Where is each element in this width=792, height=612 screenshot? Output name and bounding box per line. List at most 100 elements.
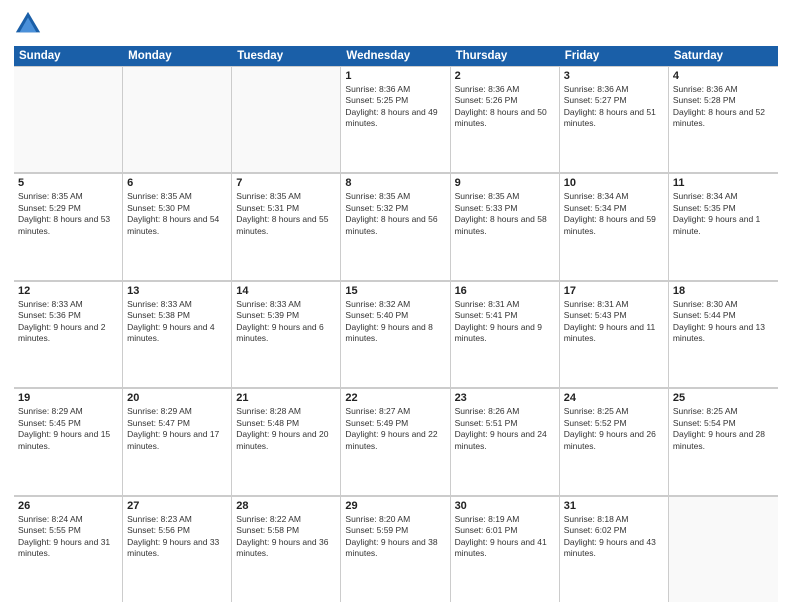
- logo: [14, 10, 46, 38]
- weekday-header: Friday: [560, 46, 669, 66]
- cell-info: Sunrise: 8:36 AM Sunset: 5:27 PM Dayligh…: [564, 84, 664, 130]
- calendar-cell: 10 Sunrise: 8:34 AM Sunset: 5:34 PM Dayli…: [560, 173, 669, 279]
- day-number: 25: [673, 392, 774, 404]
- cell-info: Sunrise: 8:29 AM Sunset: 5:45 PM Dayligh…: [18, 406, 118, 452]
- day-number: 14: [236, 285, 336, 297]
- cell-info: Sunrise: 8:33 AM Sunset: 5:38 PM Dayligh…: [127, 299, 227, 345]
- calendar-cell: 12 Sunrise: 8:33 AM Sunset: 5:36 PM Dayli…: [14, 281, 123, 387]
- calendar-cell: 11 Sunrise: 8:34 AM Sunset: 5:35 PM Dayli…: [669, 173, 778, 279]
- cell-info: Sunrise: 8:30 AM Sunset: 5:44 PM Dayligh…: [673, 299, 774, 345]
- day-number: 22: [345, 392, 445, 404]
- calendar: SundayMondayTuesdayWednesdayThursdayFrid…: [14, 46, 778, 602]
- calendar-cell: 3 Sunrise: 8:36 AM Sunset: 5:27 PM Daylig…: [560, 66, 669, 172]
- calendar-row: 12 Sunrise: 8:33 AM Sunset: 5:36 PM Dayli…: [14, 281, 778, 388]
- cell-info: Sunrise: 8:28 AM Sunset: 5:48 PM Dayligh…: [236, 406, 336, 452]
- cell-info: Sunrise: 8:23 AM Sunset: 5:56 PM Dayligh…: [127, 514, 227, 560]
- calendar-cell: 19Sunrise: 8:29 AM Sunset: 5:45 PM Dayli…: [14, 388, 123, 494]
- calendar-cell: 14 Sunrise: 8:33 AM Sunset: 5:39 PM Dayli…: [232, 281, 341, 387]
- calendar-header: SundayMondayTuesdayWednesdayThursdayFrid…: [14, 46, 778, 66]
- calendar-cell: 18Sunrise: 8:30 AM Sunset: 5:44 PM Dayli…: [669, 281, 778, 387]
- cell-info: Sunrise: 8:27 AM Sunset: 5:49 PM Dayligh…: [345, 406, 445, 452]
- cell-info: Sunrise: 8:29 AM Sunset: 5:47 PM Dayligh…: [127, 406, 227, 452]
- cell-info: Sunrise: 8:36 AM Sunset: 5:25 PM Dayligh…: [345, 84, 445, 130]
- cell-info: Sunrise: 8:35 AM Sunset: 5:32 PM Dayligh…: [345, 191, 445, 237]
- cell-info: Sunrise: 8:32 AM Sunset: 5:40 PM Dayligh…: [345, 299, 445, 345]
- cell-info: Sunrise: 8:33 AM Sunset: 5:39 PM Dayligh…: [236, 299, 336, 345]
- day-number: 6: [127, 177, 227, 189]
- cell-info: Sunrise: 8:35 AM Sunset: 5:31 PM Dayligh…: [236, 191, 336, 237]
- day-number: 4: [673, 70, 774, 82]
- weekday-header: Sunday: [14, 46, 123, 66]
- calendar-cell: [123, 66, 232, 172]
- calendar-cell: 22 Sunrise: 8:27 AM Sunset: 5:49 PM Dayli…: [341, 388, 450, 494]
- day-number: 20: [127, 392, 227, 404]
- logo-icon: [14, 10, 42, 38]
- day-number: 1: [345, 70, 445, 82]
- day-number: 10: [564, 177, 664, 189]
- calendar-cell: 2Sunrise: 8:36 AM Sunset: 5:26 PM Daylig…: [451, 66, 560, 172]
- calendar-cell: 17Sunrise: 8:31 AM Sunset: 5:43 PM Dayli…: [560, 281, 669, 387]
- cell-info: Sunrise: 8:35 AM Sunset: 5:33 PM Dayligh…: [455, 191, 555, 237]
- day-number: 30: [455, 500, 555, 512]
- cell-info: Sunrise: 8:25 AM Sunset: 5:54 PM Dayligh…: [673, 406, 774, 452]
- day-number: 2: [455, 70, 555, 82]
- day-number: 27: [127, 500, 227, 512]
- day-number: 13: [127, 285, 227, 297]
- cell-info: Sunrise: 8:33 AM Sunset: 5:36 PM Dayligh…: [18, 299, 118, 345]
- calendar-cell: 16 Sunrise: 8:31 AM Sunset: 5:41 PM Dayli…: [451, 281, 560, 387]
- header: [14, 10, 778, 38]
- day-number: 8: [345, 177, 445, 189]
- day-number: 28: [236, 500, 336, 512]
- cell-info: Sunrise: 8:31 AM Sunset: 5:41 PM Dayligh…: [455, 299, 555, 345]
- calendar-cell: 9 Sunrise: 8:35 AM Sunset: 5:33 PM Daylig…: [451, 173, 560, 279]
- calendar-cell: 25 Sunrise: 8:25 AM Sunset: 5:54 PM Dayli…: [669, 388, 778, 494]
- cell-info: Sunrise: 8:22 AM Sunset: 5:58 PM Dayligh…: [236, 514, 336, 560]
- day-number: 29: [345, 500, 445, 512]
- calendar-cell: 28 Sunrise: 8:22 AM Sunset: 5:58 PM Dayli…: [232, 496, 341, 602]
- calendar-cell: 21Sunrise: 8:28 AM Sunset: 5:48 PM Dayli…: [232, 388, 341, 494]
- day-number: 16: [455, 285, 555, 297]
- cell-info: Sunrise: 8:34 AM Sunset: 5:34 PM Dayligh…: [564, 191, 664, 237]
- cell-info: Sunrise: 8:36 AM Sunset: 5:28 PM Dayligh…: [673, 84, 774, 130]
- calendar-cell: 31Sunrise: 8:18 AM Sunset: 6:02 PM Dayli…: [560, 496, 669, 602]
- day-number: 26: [18, 500, 118, 512]
- calendar-cell: 15Sunrise: 8:32 AM Sunset: 5:40 PM Dayli…: [341, 281, 450, 387]
- day-number: 31: [564, 500, 664, 512]
- weekday-header: Tuesday: [232, 46, 341, 66]
- calendar-cell: 30Sunrise: 8:19 AM Sunset: 6:01 PM Dayli…: [451, 496, 560, 602]
- weekday-header: Wednesday: [341, 46, 450, 66]
- calendar-row: 1 Sunrise: 8:36 AM Sunset: 5:25 PM Daylig…: [14, 66, 778, 173]
- cell-info: Sunrise: 8:25 AM Sunset: 5:52 PM Dayligh…: [564, 406, 664, 452]
- cell-info: Sunrise: 8:35 AM Sunset: 5:29 PM Dayligh…: [18, 191, 118, 237]
- day-number: 7: [236, 177, 336, 189]
- day-number: 5: [18, 177, 118, 189]
- calendar-cell: 27 Sunrise: 8:23 AM Sunset: 5:56 PM Dayli…: [123, 496, 232, 602]
- calendar-cell: 7 Sunrise: 8:35 AM Sunset: 5:31 PM Daylig…: [232, 173, 341, 279]
- day-number: 23: [455, 392, 555, 404]
- weekday-header: Monday: [123, 46, 232, 66]
- page: SundayMondayTuesdayWednesdayThursdayFrid…: [0, 0, 792, 612]
- cell-info: Sunrise: 8:24 AM Sunset: 5:55 PM Dayligh…: [18, 514, 118, 560]
- day-number: 9: [455, 177, 555, 189]
- calendar-cell: [669, 496, 778, 602]
- calendar-row: 5 Sunrise: 8:35 AM Sunset: 5:29 PM Daylig…: [14, 173, 778, 280]
- calendar-cell: 23 Sunrise: 8:26 AM Sunset: 5:51 PM Dayli…: [451, 388, 560, 494]
- weekday-header: Saturday: [669, 46, 778, 66]
- calendar-cell: 6Sunrise: 8:35 AM Sunset: 5:30 PM Daylig…: [123, 173, 232, 279]
- day-number: 24: [564, 392, 664, 404]
- calendar-cell: 8 Sunrise: 8:35 AM Sunset: 5:32 PM Daylig…: [341, 173, 450, 279]
- calendar-cell: 1 Sunrise: 8:36 AM Sunset: 5:25 PM Daylig…: [341, 66, 450, 172]
- day-number: 3: [564, 70, 664, 82]
- calendar-row: 19Sunrise: 8:29 AM Sunset: 5:45 PM Dayli…: [14, 388, 778, 495]
- day-number: 12: [18, 285, 118, 297]
- cell-info: Sunrise: 8:31 AM Sunset: 5:43 PM Dayligh…: [564, 299, 664, 345]
- calendar-cell: 20 Sunrise: 8:29 AM Sunset: 5:47 PM Dayli…: [123, 388, 232, 494]
- calendar-cell: 24 Sunrise: 8:25 AM Sunset: 5:52 PM Dayli…: [560, 388, 669, 494]
- calendar-cell: [232, 66, 341, 172]
- calendar-row: 26 Sunrise: 8:24 AM Sunset: 5:55 PM Dayli…: [14, 496, 778, 602]
- calendar-cell: 26 Sunrise: 8:24 AM Sunset: 5:55 PM Dayli…: [14, 496, 123, 602]
- cell-info: Sunrise: 8:34 AM Sunset: 5:35 PM Dayligh…: [673, 191, 774, 237]
- day-number: 11: [673, 177, 774, 189]
- calendar-cell: 4 Sunrise: 8:36 AM Sunset: 5:28 PM Daylig…: [669, 66, 778, 172]
- cell-info: Sunrise: 8:26 AM Sunset: 5:51 PM Dayligh…: [455, 406, 555, 452]
